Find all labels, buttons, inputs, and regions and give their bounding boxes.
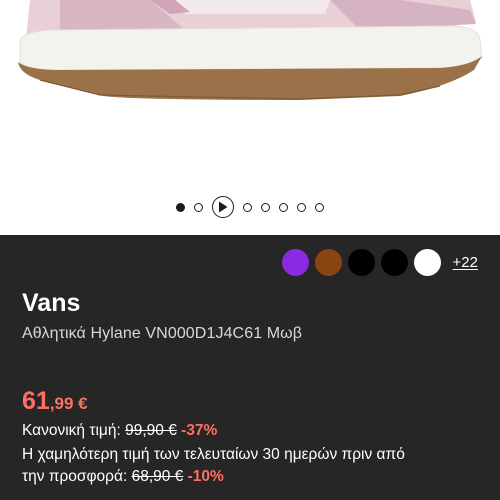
more-colors-link[interactable]: +22 bbox=[453, 254, 478, 271]
carousel-dot-3[interactable] bbox=[243, 202, 252, 212]
product-image-carousel[interactable] bbox=[0, 0, 500, 235]
price-integer: 61 bbox=[22, 387, 50, 415]
current-price: 61,99 € bbox=[22, 387, 88, 416]
color-swatch-brown[interactable] bbox=[314, 249, 342, 276]
brand-name[interactable]: Vans bbox=[22, 289, 80, 318]
color-swatch-black-1[interactable] bbox=[347, 249, 375, 276]
regular-discount-badge: -37% bbox=[181, 422, 218, 439]
price-decimal: ,99 € bbox=[49, 394, 88, 413]
product-image bbox=[18, 0, 483, 100]
lowest-price-label-line1: Η χαμηλότερη τιμή των τελευταίων 30 ημερ… bbox=[22, 446, 405, 463]
lowest-discount-badge: -10% bbox=[187, 468, 224, 485]
carousel-dot-4[interactable] bbox=[261, 202, 270, 212]
carousel-pagination bbox=[0, 196, 500, 218]
product-page: +22 Vans Αθλητικά Hylane VN000D1J4C61 Μω… bbox=[0, 0, 500, 500]
lowest-price-value: 68,90 € bbox=[131, 468, 184, 485]
carousel-dot-5[interactable] bbox=[279, 202, 288, 212]
carousel-dot-7[interactable] bbox=[315, 202, 324, 212]
carousel-dot-2[interactable] bbox=[194, 202, 203, 212]
lowest-price-label-line2: την προσφορά: bbox=[22, 468, 128, 485]
regular-price-row: Κανονική τιμή: 99,90 € -37% bbox=[22, 422, 217, 440]
color-swatch-purple[interactable] bbox=[281, 249, 309, 276]
regular-price-label: Κανονική τιμή: bbox=[22, 422, 121, 439]
lowest-price-note: Η χαμηλότερη τιμή των τελευταίων 30 ημερ… bbox=[22, 444, 492, 488]
product-title: Αθλητικά Hylane VN000D1J4C61 Μωβ bbox=[22, 325, 303, 342]
regular-price-value: 99,90 € bbox=[125, 422, 177, 439]
product-info-panel: +22 Vans Αθλητικά Hylane VN000D1J4C61 Μω… bbox=[0, 235, 500, 500]
play-video-icon[interactable] bbox=[212, 196, 234, 218]
carousel-dot-6[interactable] bbox=[297, 202, 306, 212]
carousel-dot-1[interactable] bbox=[176, 202, 185, 212]
color-swatch-white[interactable] bbox=[413, 249, 441, 276]
color-swatches: +22 bbox=[281, 249, 478, 276]
color-swatch-black-2[interactable] bbox=[380, 249, 408, 276]
